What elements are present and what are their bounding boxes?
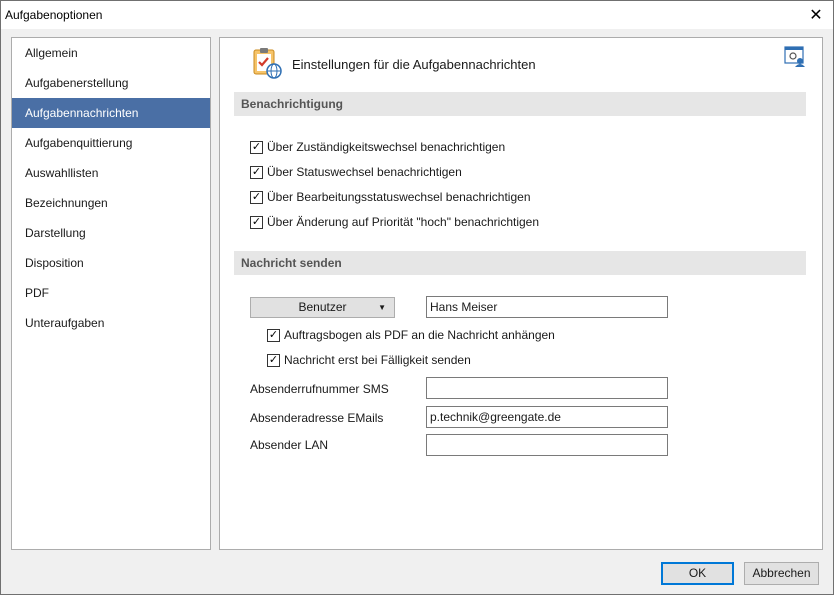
close-button[interactable]: ✕ xyxy=(799,1,833,29)
sidebar-item-aufgabenquittierung[interactable]: Aufgabenquittierung xyxy=(12,128,210,158)
attach-pdf-option[interactable]: ✓ Auftragsbogen als PDF an die Nachricht… xyxy=(267,328,555,342)
checkbox[interactable]: ✓ xyxy=(267,328,280,342)
notify-priority-high[interactable]: ✓ Über Änderung auf Priorität "hoch" ben… xyxy=(250,215,539,229)
sidebar: Allgemein Aufgabenerstellung Aufgabennac… xyxy=(11,37,211,550)
recipient-type-label: Benutzer xyxy=(298,300,347,314)
clipboard-globe-icon xyxy=(253,48,282,79)
section-nachricht-senden: Nachricht senden xyxy=(234,251,806,275)
notify-processing-status-change[interactable]: ✓ Über Bearbeitungsstatuswechsel benachr… xyxy=(250,190,531,204)
sidebar-item-darstellung[interactable]: Darstellung xyxy=(12,218,210,248)
sidebar-item-auswahllisten[interactable]: Auswahllisten xyxy=(12,158,210,188)
window-title: Aufgabenoptionen xyxy=(5,8,103,22)
content-panel: Einstellungen für die Aufgabennachrichte… xyxy=(219,37,823,550)
checkbox[interactable]: ✓ xyxy=(250,140,263,154)
dialog-window: Aufgabenoptionen ✕ Allgemein Aufgabeners… xyxy=(0,0,834,595)
recipient-input[interactable]: Hans Meiser xyxy=(426,296,668,318)
checkbox-label: Über Zuständigkeitswechsel benachrichtig… xyxy=(267,140,506,154)
sidebar-item-aufgabenerstellung[interactable]: Aufgabenerstellung xyxy=(12,68,210,98)
page-title: Einstellungen für die Aufgabennachrichte… xyxy=(292,57,536,72)
sidebar-item-aufgabennachrichten[interactable]: Aufgabennachrichten xyxy=(12,98,210,128)
checkbox-label: Über Statuswechsel benachrichtigen xyxy=(267,165,462,179)
close-icon: ✕ xyxy=(809,7,823,24)
checkbox-label: Auftragsbogen als PDF an die Nachricht a… xyxy=(284,328,555,342)
sidebar-item-bezeichnungen[interactable]: Bezeichnungen xyxy=(12,188,210,218)
recipient-type-dropdown[interactable]: Benutzer ▼ xyxy=(250,297,395,318)
sms-sender-input[interactable] xyxy=(426,377,668,399)
settings-user-icon[interactable] xyxy=(784,46,806,68)
checkbox[interactable]: ✓ xyxy=(250,165,263,179)
checkbox[interactable]: ✓ xyxy=(267,353,280,367)
lan-sender-input[interactable] xyxy=(426,434,668,456)
sidebar-item-disposition[interactable]: Disposition xyxy=(12,248,210,278)
sidebar-item-pdf[interactable]: PDF xyxy=(12,278,210,308)
section-benachrichtigung: Benachrichtigung xyxy=(234,92,806,116)
checkbox[interactable]: ✓ xyxy=(250,190,263,204)
chevron-down-icon: ▼ xyxy=(378,303,386,312)
ok-button[interactable]: OK xyxy=(661,562,734,585)
email-sender-label: Absenderadresse EMails xyxy=(250,411,384,425)
sidebar-item-unteraufgaben[interactable]: Unteraufgaben xyxy=(12,308,210,338)
lan-sender-label: Absender LAN xyxy=(250,438,329,452)
checkbox-label: Über Bearbeitungsstatuswechsel benachric… xyxy=(267,190,531,204)
sidebar-item-allgemein[interactable]: Allgemein xyxy=(12,38,210,68)
title-bar: Aufgabenoptionen ✕ xyxy=(1,1,833,29)
checkbox-label: Über Änderung auf Priorität "hoch" benac… xyxy=(267,215,540,229)
notify-status-change[interactable]: ✓ Über Statuswechsel benachrichtigen xyxy=(250,165,462,179)
checkbox-label: Nachricht erst bei Fälligkeit senden xyxy=(284,353,471,367)
email-sender-input[interactable]: p.technik@greengate.de xyxy=(426,406,668,428)
notify-responsibility-change[interactable]: ✓ Über Zuständigkeitswechsel benachricht… xyxy=(250,140,505,154)
checkbox[interactable]: ✓ xyxy=(250,215,263,229)
send-on-due-option[interactable]: ✓ Nachricht erst bei Fälligkeit senden xyxy=(267,353,471,367)
cancel-button[interactable]: Abbrechen xyxy=(744,562,819,585)
sms-sender-label: Absenderrufnummer SMS xyxy=(250,382,389,396)
